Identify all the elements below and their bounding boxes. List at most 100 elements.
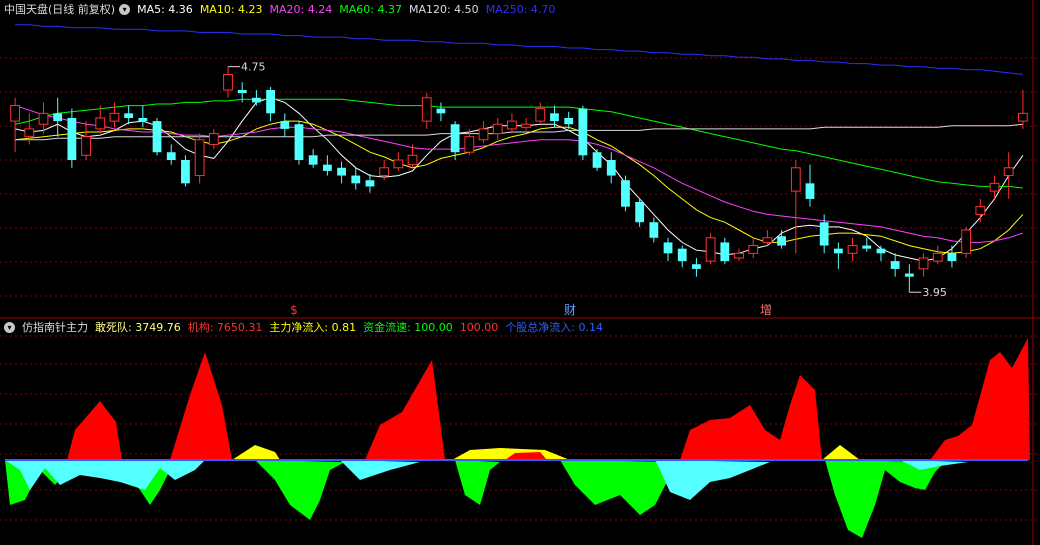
candle-body-up	[81, 136, 91, 156]
candle-body-up	[208, 133, 219, 145]
ma-line-ma10	[15, 120, 1024, 254]
candle-body-up	[223, 73, 233, 91]
candle-body-down	[152, 121, 162, 153]
ma20-label: MA20: 4.24	[269, 2, 333, 16]
candle-body-down	[337, 167, 346, 176]
candle-body-down	[692, 264, 701, 269]
ma250-label: MA250: 4.70	[485, 2, 556, 16]
candle-body-down	[67, 118, 77, 160]
candle-body-up	[748, 245, 759, 254]
candle-body-down	[53, 113, 63, 122]
candle-body-down	[663, 242, 673, 254]
candle-body-down	[450, 124, 460, 153]
candle-body-down	[436, 108, 446, 114]
indicator-value-zhuli: 主力净流入: 0.81	[269, 321, 357, 334]
indicator-name[interactable]: 仿指南针主力	[22, 319, 88, 335]
candle-body-down	[677, 248, 687, 262]
candle-body-up	[95, 117, 106, 130]
flow-area-yellow	[232, 445, 280, 460]
candle-body-down	[805, 183, 815, 199]
indicator-value-gansidui: 敢死队: 3749.76	[95, 321, 181, 334]
price-high-label: 4.75	[241, 61, 266, 74]
indicator-value-100: 100.00	[459, 320, 499, 334]
candle-body-up	[918, 257, 929, 270]
flow-area-cyan	[340, 460, 420, 480]
event-marker: $	[290, 303, 298, 317]
flow-area-red	[67, 401, 122, 460]
candle-body-down	[592, 152, 602, 168]
candle-body-down	[904, 273, 914, 277]
ma-line-ma60	[14, 98, 1023, 189]
candle-body-up	[762, 237, 773, 243]
candle-body-down	[606, 160, 616, 176]
candle-body-up	[932, 252, 943, 262]
candle-body-up	[705, 237, 716, 262]
candle-body-down	[181, 160, 190, 184]
candle-body-up	[109, 112, 120, 122]
flow-area-green	[455, 460, 500, 505]
candle-body-down	[280, 121, 290, 129]
candle-body-up	[10, 105, 20, 122]
flow-area-cyan	[5, 460, 205, 490]
ma-line-ma5	[14, 97, 1024, 262]
candle-body-up	[1018, 112, 1028, 122]
candle-body-down	[365, 180, 375, 187]
indicator-value-liusu: 资金流速: 100.00	[363, 321, 453, 334]
flow-area-cyan	[655, 460, 770, 500]
candle-body-down	[237, 90, 247, 94]
ma-line-ma250	[15, 24, 1023, 75]
ma120-label: MA120: 4.50	[408, 2, 479, 16]
ma-line-ma120	[15, 123, 1023, 141]
candle-body-down	[266, 90, 275, 114]
chevron-down-icon[interactable]: ▾	[119, 3, 131, 15]
flow-area-red	[170, 352, 232, 460]
price-low-label: 3.95	[922, 286, 947, 299]
indicator-value-jigou: 机构: 7650.31	[187, 321, 263, 334]
candle-body-up	[961, 229, 972, 254]
candle-body-up	[975, 206, 986, 215]
candle-body-up	[492, 123, 503, 135]
candle-body-up	[1003, 167, 1014, 177]
candle-body-up	[478, 128, 489, 141]
candle-body-down	[876, 248, 886, 254]
candle-body-up	[847, 245, 858, 254]
flow-area-yellow	[822, 445, 860, 460]
ma10-label: MA10: 4.23	[199, 2, 263, 16]
flow-area-red	[365, 360, 445, 460]
ma5-label: MA5: 4.36	[137, 2, 193, 16]
candle-body-down	[252, 97, 261, 103]
candle-body-down	[947, 253, 957, 262]
candle-body-up	[38, 112, 49, 125]
candle-body-up	[421, 97, 432, 122]
candle-body-up	[989, 182, 1000, 192]
candle-body-down	[308, 155, 318, 165]
candle-body-up	[407, 154, 418, 166]
candle-body-down	[124, 113, 134, 118]
candle-body-down	[564, 118, 574, 125]
indicator-header: ▾ 仿指南针主力 敢死队: 3749.76 机构: 7650.31 主力净流入:…	[0, 318, 603, 336]
chevron-down-icon[interactable]: ▾	[4, 321, 15, 333]
candle-body-down	[635, 202, 645, 223]
candle-body-up	[379, 167, 390, 177]
flow-area-red	[930, 338, 1030, 460]
candle-body-up	[24, 128, 35, 138]
candle-body-up	[734, 252, 744, 259]
candle-body-down	[720, 242, 730, 262]
candle-body-up	[790, 167, 801, 192]
candle-body-down	[862, 245, 872, 249]
candle-body-up	[507, 120, 517, 130]
event-marker: 增	[760, 303, 772, 317]
flow-area-red	[680, 375, 822, 460]
candle-body-down	[890, 261, 900, 269]
candle-body-up	[521, 123, 531, 128]
main-chart-header: 中国天盘(日线 前复权) ▾ MA5: 4.36 MA10: 4.23 MA20…	[0, 0, 555, 18]
candle-body-down	[294, 124, 304, 160]
indicator-value-net-inflow: 个股总净流入: 0.14	[505, 321, 604, 334]
candle-body-up	[464, 136, 475, 153]
candle-body-down	[777, 236, 786, 246]
stock-title[interactable]: 中国天盘(日线 前复权)	[4, 1, 115, 17]
candle-body-down	[819, 222, 829, 246]
candle-body-down	[649, 222, 659, 238]
chart-canvas: 4.75 3.95 $ 财 增	[0, 0, 1040, 545]
candle-body-down	[578, 108, 588, 156]
